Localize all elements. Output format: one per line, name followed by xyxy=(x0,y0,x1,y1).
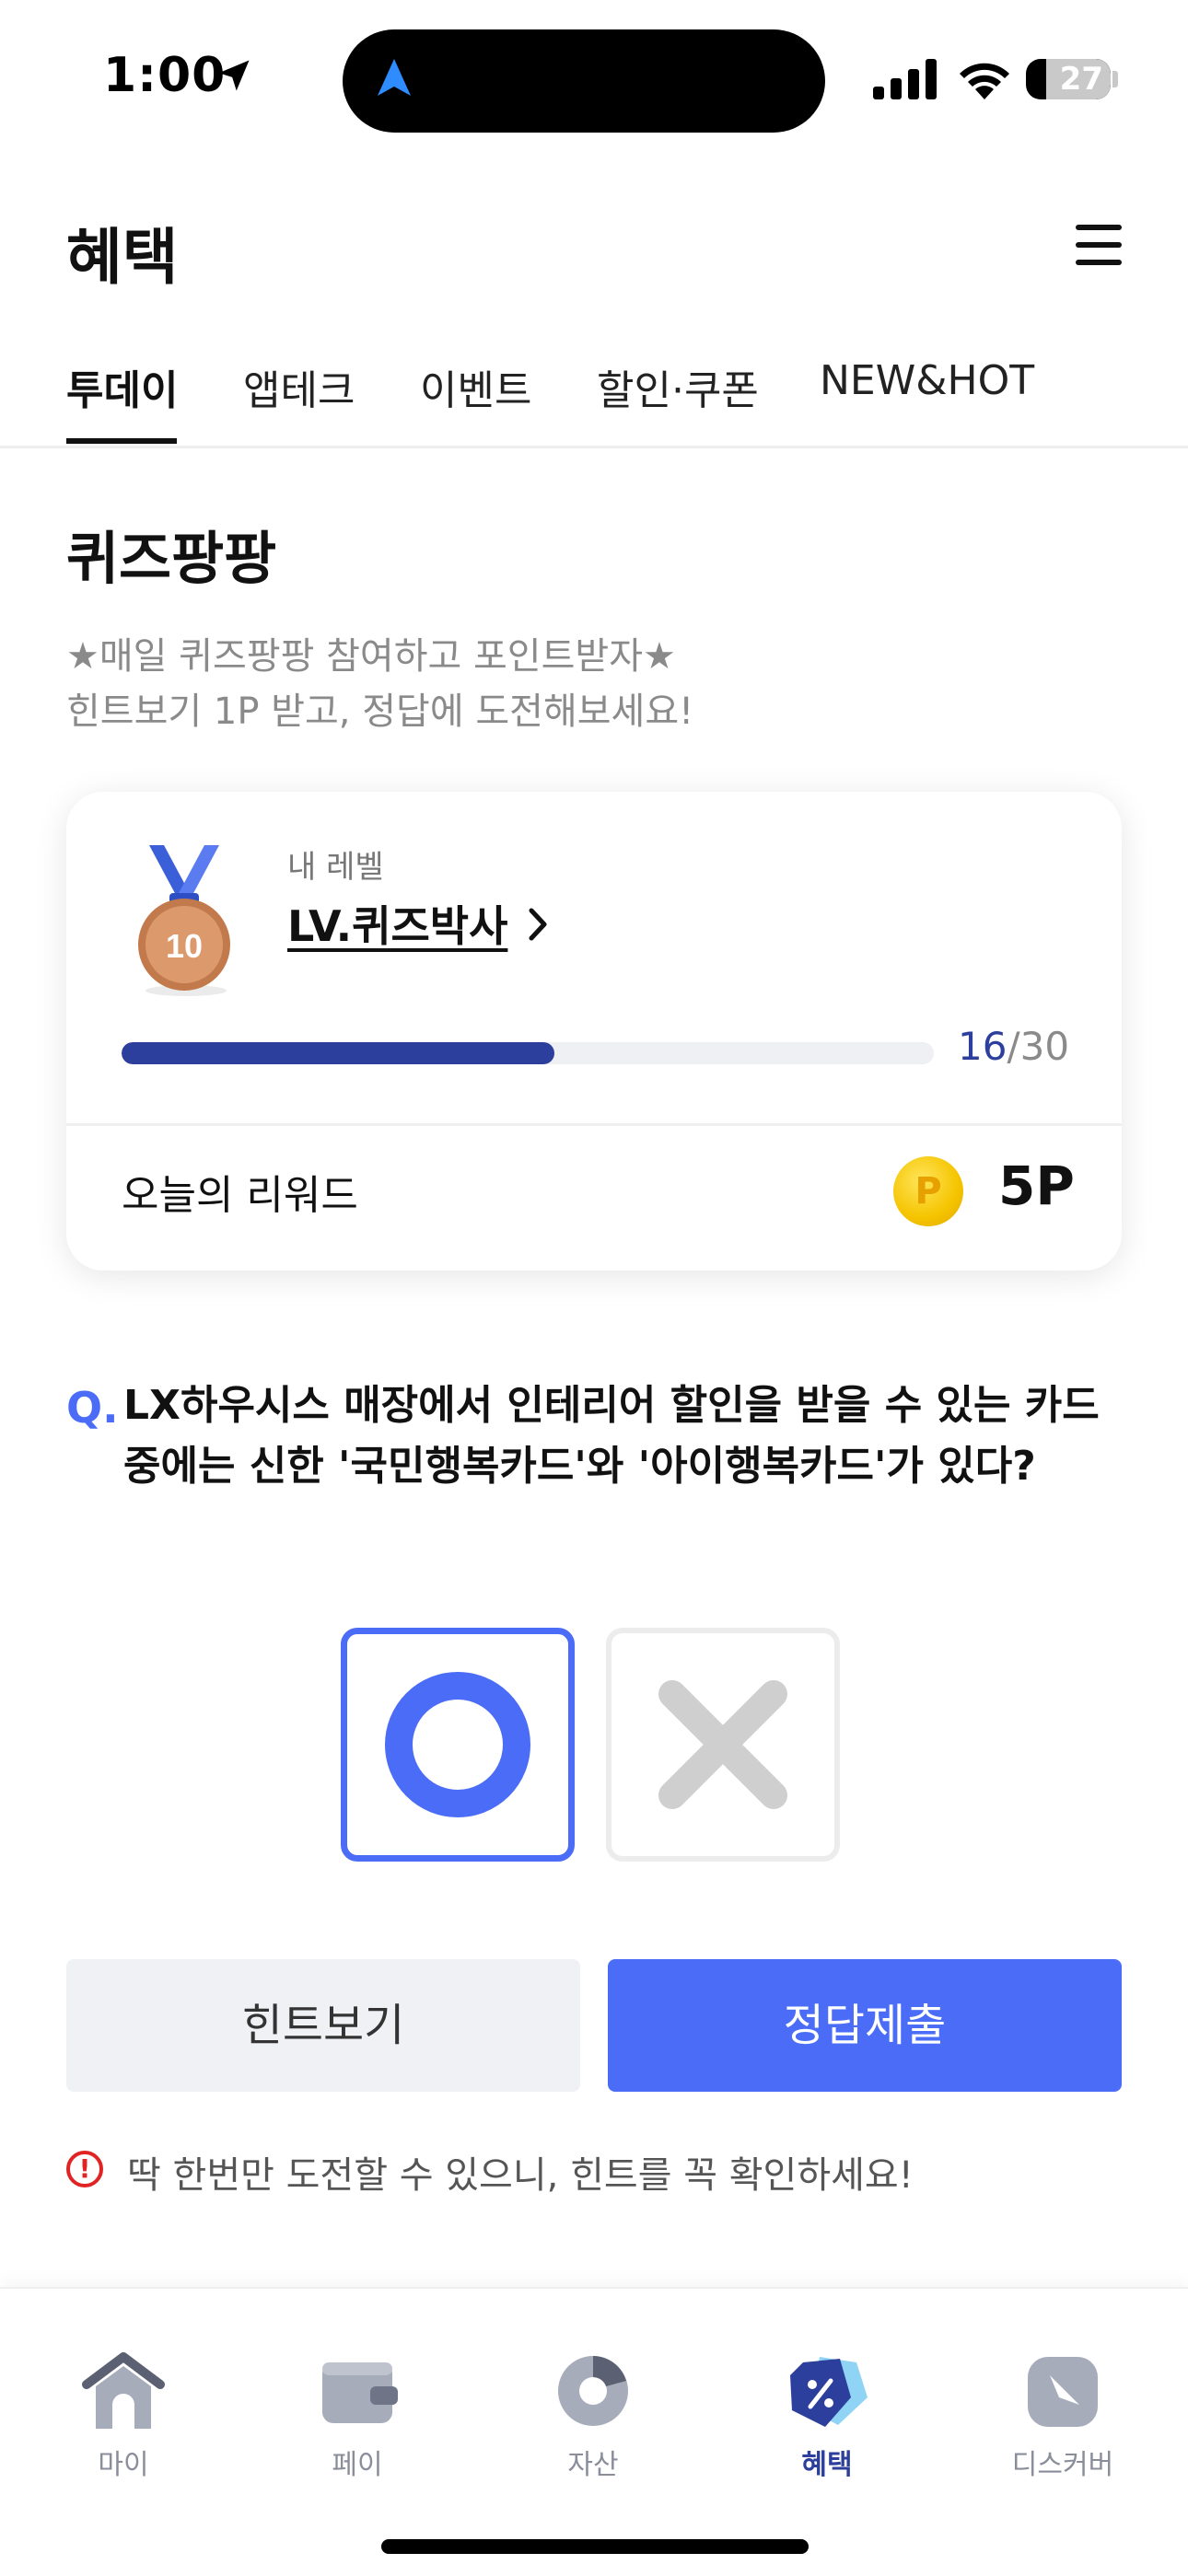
answer-o-button[interactable] xyxy=(341,1628,575,1862)
nav-label-my: 마이 xyxy=(98,2449,149,2481)
tab-new-hot[interactable]: NEW&HOT xyxy=(820,357,1034,404)
nav-item-discover[interactable]: 디스커버 xyxy=(980,2350,1146,2482)
circle-o-icon xyxy=(385,1672,530,1817)
nav-label-assets: 자산 xyxy=(567,2449,619,2481)
warning-icon: ! xyxy=(66,2151,103,2187)
progress-total: /30 xyxy=(1007,1024,1070,1069)
medal-number: 10 xyxy=(166,927,203,965)
reward-value: 5P xyxy=(998,1155,1075,1217)
dynamic-island xyxy=(343,29,825,133)
tab-discount-coupon[interactable]: 할인·쿠폰 xyxy=(597,357,759,416)
tab-today[interactable]: 투데이 xyxy=(66,357,178,416)
navigation-arrow-icon xyxy=(378,59,411,96)
battery-level: 27 xyxy=(1059,61,1103,98)
status-time: 1:00 xyxy=(103,48,227,103)
pie-chart-icon xyxy=(558,2356,628,2426)
card-divider xyxy=(66,1123,1122,1126)
bottom-navigation: 마이 페이 자산 혜택 디스커버 xyxy=(0,2287,1188,2576)
reward-label: 오늘의 리워드 xyxy=(122,1172,358,1219)
tab-apptech[interactable]: 앱테크 xyxy=(243,357,355,416)
quiz-description-line-1: ★매일 퀴즈팡팡 참여하고 포인트받자★ xyxy=(66,635,676,678)
page-title: 혜택 xyxy=(66,222,179,293)
tab-event[interactable]: 이벤트 xyxy=(420,357,531,416)
quiz-description-line-2: 힌트보기 1P 받고, 정답에 도전해보세요! xyxy=(66,690,694,733)
hint-button[interactable]: 힌트보기 xyxy=(66,1959,580,2092)
nav-item-benefits[interactable]: 혜택 xyxy=(744,2350,910,2482)
active-tab-indicator xyxy=(66,438,177,444)
level-progress-fill xyxy=(122,1042,555,1064)
coin-icon: P xyxy=(893,1156,963,1226)
wallet-icon xyxy=(322,2362,398,2423)
level-name-link[interactable]: LV.퀴즈박사 xyxy=(287,893,507,954)
wifi-icon xyxy=(960,63,1009,99)
benefit-tag-icon xyxy=(790,2357,868,2427)
nav-label-pay: 페이 xyxy=(332,2449,383,2481)
submit-answer-button[interactable]: 정답제출 xyxy=(608,1959,1122,2092)
bronze-medal-icon: 10 xyxy=(138,845,230,996)
answer-x-button[interactable] xyxy=(606,1628,840,1862)
chevron-right-icon[interactable] xyxy=(527,906,549,943)
nav-label-benefits: 혜택 xyxy=(801,2449,853,2481)
hamburger-menu-icon[interactable] xyxy=(1076,225,1122,277)
warning-text: 딱 한번만 도전할 수 있으니, 힌트를 꼭 확인하세요! xyxy=(127,2154,914,2197)
compass-icon xyxy=(1028,2357,1098,2427)
level-progress-text: 16/30 xyxy=(958,1024,1069,1069)
tab-bar: 투데이 앱테크 이벤트 할인·쿠폰 NEW&HOT xyxy=(0,357,1188,448)
battery-tip xyxy=(1112,71,1118,87)
level-label: 내 레벨 xyxy=(287,849,384,886)
home-indicator xyxy=(381,2539,809,2554)
progress-current: 16 xyxy=(958,1024,1007,1069)
nav-label-discover: 디스커버 xyxy=(1011,2449,1114,2481)
question-text: LX하우시스 매장에서 인테리어 할인을 받을 수 있는 카드 중에는 신한 '… xyxy=(123,1382,1100,1490)
location-arrow-icon xyxy=(218,60,250,91)
cross-x-icon xyxy=(658,1680,787,1809)
nav-item-my[interactable]: 마이 xyxy=(41,2350,206,2482)
battery-icon: 27 xyxy=(1026,59,1111,99)
quiz-title: 퀴즈팡팡 xyxy=(66,525,277,592)
level-progress-bar xyxy=(122,1042,934,1064)
nav-item-pay[interactable]: 페이 xyxy=(274,2350,440,2482)
nav-item-assets[interactable]: 자산 xyxy=(510,2350,676,2482)
cellular-signal-icon xyxy=(873,59,937,99)
home-icon xyxy=(82,2352,165,2429)
question-prefix: Q. xyxy=(66,1383,119,1433)
